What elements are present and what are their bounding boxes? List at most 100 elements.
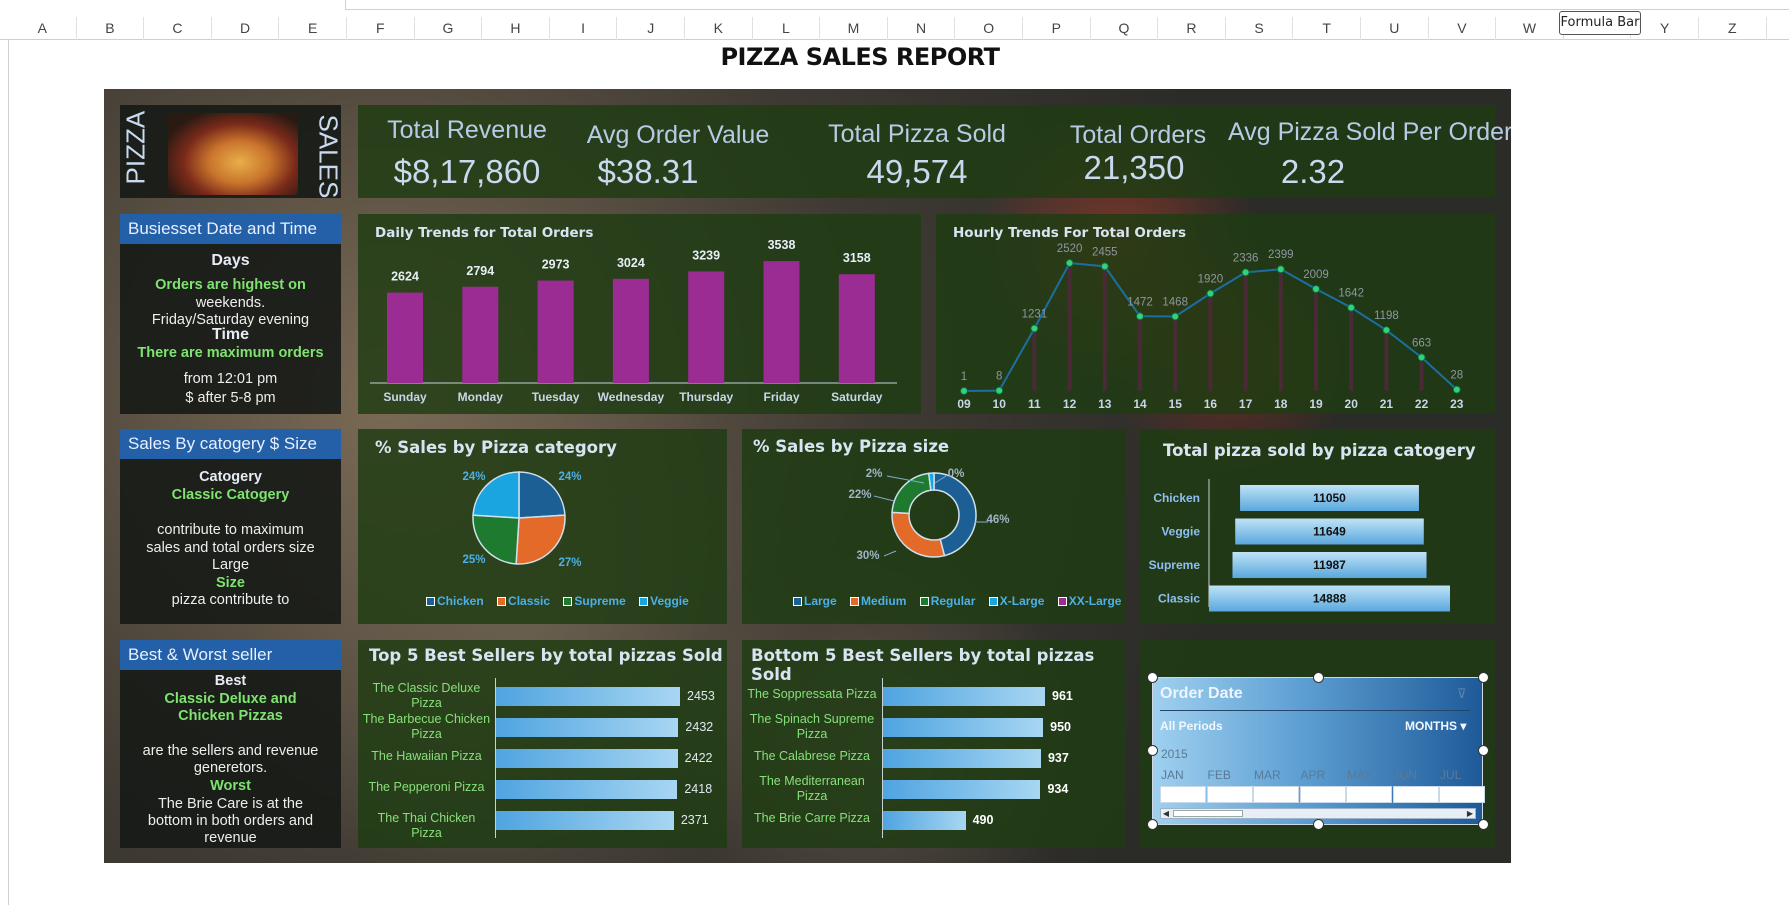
resize-handle[interactable]	[1147, 819, 1158, 830]
column-header-w[interactable]: W	[1496, 17, 1564, 40]
order-date-timeline-slicer[interactable]: Order Date ⊽ All Periods MONTHS ▾ 2015 J…	[1152, 677, 1485, 825]
column-header-e[interactable]: E	[279, 17, 347, 40]
resize-handle[interactable]	[1147, 745, 1158, 756]
slicer-month-cell[interactable]	[1253, 786, 1299, 803]
bar	[883, 780, 1041, 799]
legend-regular: Regular	[919, 594, 976, 608]
clear-filter-icon[interactable]: ⊽	[1457, 686, 1467, 702]
column-header-a[interactable]: A	[9, 17, 77, 40]
slice-label: 24%	[558, 471, 581, 483]
scroll-left-icon[interactable]: ◀	[1161, 809, 1171, 818]
data-label: 2009	[1303, 269, 1329, 281]
column-header-r[interactable]: R	[1158, 17, 1226, 40]
column-header-u[interactable]: U	[1361, 17, 1429, 40]
bar-wednesday	[612, 278, 649, 383]
column-header-i[interactable]: I	[550, 17, 618, 40]
busiest-time-line3: $ after 5-8 pm	[185, 390, 276, 406]
busiest-time-line1: There are maximum orders	[137, 345, 324, 361]
bar-monday	[462, 286, 499, 383]
resize-handle[interactable]	[1147, 672, 1158, 683]
column-header-d[interactable]: D	[212, 17, 280, 40]
y-tick-label: The Barbecue Chicken Pizza	[362, 712, 491, 741]
column-header-z[interactable]: Z	[1699, 17, 1767, 40]
column-header-h[interactable]: H	[482, 17, 550, 40]
legend-xlarge: X-Large	[988, 594, 1045, 608]
chevron-down-icon: ▾	[1460, 719, 1467, 733]
column-header-b[interactable]: B	[77, 17, 145, 40]
slicer-month-cell[interactable]	[1346, 786, 1392, 803]
x-tick-label: 14	[1133, 397, 1147, 411]
sales-cat-line1: Catogery	[199, 469, 262, 485]
data-point	[995, 386, 1004, 395]
slicer-scrollbar[interactable]: ◀ ▶	[1160, 808, 1476, 819]
x-tick-label: 23	[1450, 397, 1464, 411]
legend-swatch	[497, 597, 507, 606]
column-header-q[interactable]: Q	[1091, 17, 1159, 40]
column-header-n[interactable]: N	[888, 17, 956, 40]
sales-cat-line4: sales and total orders size	[146, 540, 315, 556]
sales-cat-line3: contribute to maximum	[157, 522, 304, 538]
slicer-month-cell[interactable]	[1160, 786, 1206, 803]
column-header-t[interactable]: T	[1293, 17, 1361, 40]
resize-handle[interactable]	[1478, 745, 1489, 756]
data-point	[1382, 326, 1391, 335]
slice-label: 0%	[948, 468, 965, 480]
column-header-l[interactable]: L	[753, 17, 821, 40]
slicer-month-label: JAN	[1161, 768, 1184, 782]
data-point	[1347, 303, 1356, 312]
slice-label: 46%	[986, 514, 1009, 526]
data-label: 1231	[1022, 309, 1048, 321]
x-tick-label: Monday	[458, 390, 504, 404]
column-header-v[interactable]: V	[1429, 17, 1497, 40]
resize-handle[interactable]	[1478, 672, 1489, 683]
x-tick-label: 10	[993, 397, 1007, 411]
column-header-j[interactable]: J	[617, 17, 685, 40]
slicer-level-dropdown[interactable]: MONTHS ▾	[1405, 719, 1466, 733]
column-header-m[interactable]: M	[820, 17, 888, 40]
slicer-month-label: JUL	[1440, 768, 1462, 782]
hourly-trends-panel: Hourly Trends For Total Orders 1 09 8 10 123…	[936, 214, 1495, 414]
resize-handle[interactable]	[1313, 819, 1324, 830]
column-header-p[interactable]: P	[1023, 17, 1091, 40]
column-header-k[interactable]: K	[685, 17, 753, 40]
kpi-value-total-orders: 21,350	[1083, 149, 1185, 186]
slicer-month-cell[interactable]	[1299, 786, 1346, 803]
legend-swatch	[988, 597, 998, 606]
kpi-label-revenue: Total Revenue	[387, 116, 547, 144]
column-header-c[interactable]: C	[144, 17, 212, 40]
formula-bar-tooltip: Formula Bar	[1559, 11, 1641, 35]
data-label: 2432	[685, 720, 714, 734]
slicer-month-label: FEB	[1207, 768, 1231, 782]
scroll-thumb[interactable]	[1173, 810, 1243, 817]
legend-label: Regular	[930, 594, 976, 608]
best-worst-line2: Classic Deluxe and	[164, 691, 297, 707]
x-tick-label: Wednesday	[598, 390, 665, 404]
legend-medium: Medium	[850, 594, 906, 608]
formula-bar[interactable]	[345, 0, 1789, 10]
column-header-y[interactable]: Y	[1631, 17, 1699, 40]
resize-handle[interactable]	[1478, 819, 1489, 830]
slicer-all-periods[interactable]: All Periods	[1160, 719, 1223, 733]
category-pie-panel: % Sales by Pizza category 24% 27% 25% 24% C…	[358, 429, 727, 624]
y-tick-label: The Brie Carre Pizza	[753, 811, 870, 825]
slicer-month-cell[interactable]	[1392, 786, 1439, 803]
scroll-right-icon[interactable]: ▶	[1465, 809, 1475, 818]
column-header-g[interactable]: G	[415, 17, 483, 40]
legend-label: X-Large	[999, 594, 1045, 608]
x-tick-label: Sunday	[383, 390, 427, 404]
y-tick-label: The Mediterranean Pizza	[759, 774, 865, 803]
best-worst-line1: Best	[214, 673, 247, 689]
slicer-month-cell[interactable]	[1206, 786, 1253, 803]
slice-label: 27%	[558, 557, 581, 569]
column-header-f[interactable]: F	[347, 17, 415, 40]
slicer-month-cell[interactable]	[1439, 786, 1485, 803]
slicer-title: Order Date	[1160, 685, 1243, 702]
kpi-value-revenue: $8,17,860	[393, 153, 541, 190]
column-header-o[interactable]: O	[955, 17, 1023, 40]
data-label: 2371	[680, 813, 709, 827]
data-label: 2399	[1268, 249, 1294, 261]
resize-handle[interactable]	[1313, 672, 1324, 683]
legend-label: Classic	[508, 594, 551, 608]
x-tick-label: 16	[1204, 397, 1218, 411]
column-header-s[interactable]: S	[1226, 17, 1294, 40]
